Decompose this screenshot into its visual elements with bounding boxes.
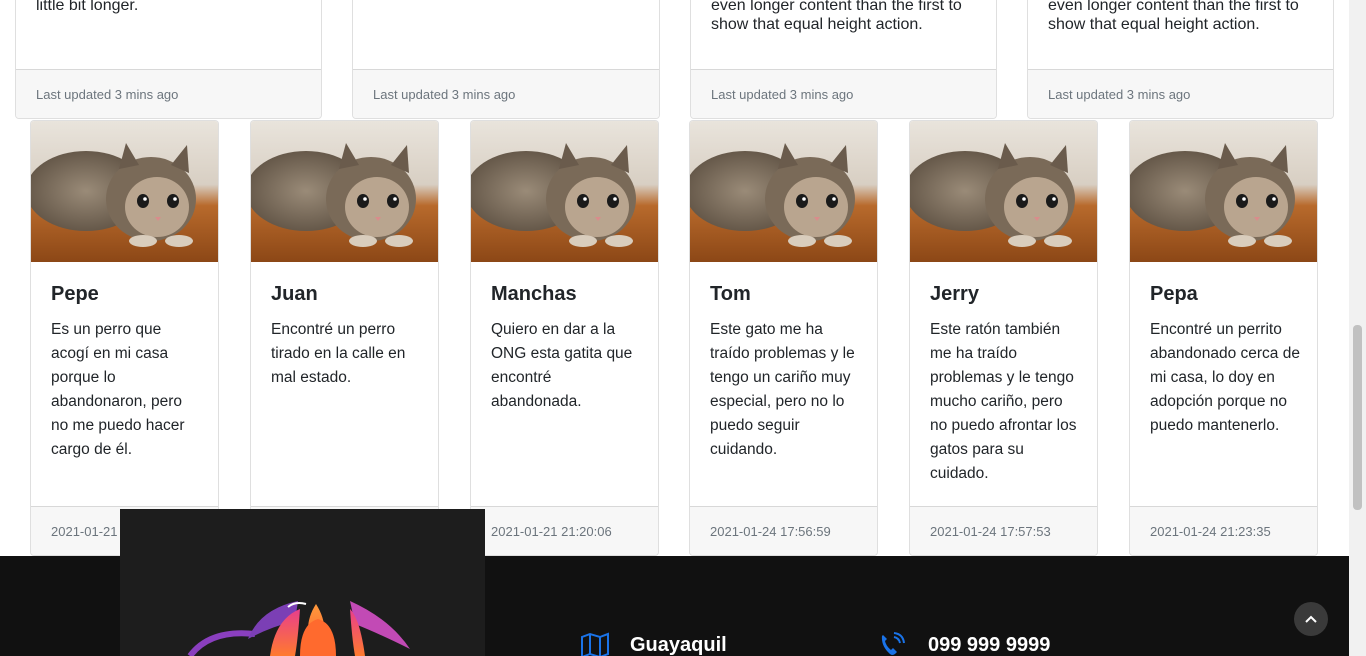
card-footer: Last updated 3 mins ago: [353, 69, 659, 118]
page: little bit longer. Last updated 3 mins a…: [0, 0, 1366, 656]
scroll-top-button[interactable]: [1294, 602, 1328, 636]
pet-name: Tom: [710, 283, 751, 305]
cat-photo: [690, 121, 877, 262]
pet-photo: [690, 121, 877, 262]
cat-photo: [31, 121, 218, 262]
pet-description: Quiero en dar a la ONG esta gatita que e…: [491, 321, 633, 410]
pet-date: 2021-01-24 17:57:53: [910, 506, 1097, 555]
scrollbar[interactable]: [1349, 0, 1366, 656]
phone-label: 099 999 9999: [928, 633, 1051, 656]
phone-icon: [881, 632, 905, 655]
pet-description: Este gato me ha traído problemas y le te…: [710, 321, 855, 458]
chevron-up-icon: [1305, 615, 1317, 623]
pet-card: Manchas Quiero en dar a la ONG esta gati…: [470, 120, 659, 556]
card-text: little bit longer.: [36, 0, 139, 14]
card-text-line: show that equal height action.: [711, 16, 923, 33]
card-footer: Last updated 3 mins ago: [16, 69, 321, 118]
pet-name: Juan: [271, 283, 318, 305]
contact-city: Guayaquil: [580, 632, 727, 656]
pet-name: Jerry: [930, 283, 979, 305]
card-footer: Last updated 3 mins ago: [691, 69, 996, 118]
pet-date: 2021-01-24 21:23:35: [1130, 506, 1317, 555]
card: little bit longer. Last updated 3 mins a…: [15, 0, 322, 119]
pet-name: Pepe: [51, 283, 99, 305]
pet-description: Este ratón también me ha traído problema…: [930, 321, 1077, 482]
pet-card: Jerry Este ratón también me ha traído pr…: [909, 120, 1098, 556]
card-text-line: show that equal height action.: [1048, 16, 1260, 33]
cat-photo: [910, 121, 1097, 262]
pet-card: Tom Este gato me ha traído problemas y l…: [689, 120, 878, 556]
card: even longer content than the first to sh…: [1027, 0, 1334, 119]
card-footer: Last updated 3 mins ago: [1028, 69, 1333, 118]
pet-description: Encontré un perrito abandonado cerca de …: [1150, 321, 1300, 434]
pet-name: Pepa: [1150, 283, 1198, 305]
pet-date: 2021-01-24 17:56:59: [690, 506, 877, 555]
lotus-logo: [187, 601, 410, 656]
pet-card: Pepa Encontré un perrito abandonado cerc…: [1129, 120, 1318, 556]
scrollbar-thumb[interactable]: [1353, 325, 1362, 510]
cat-photo: [1130, 121, 1317, 262]
pet-card: Juan Encontré un perro tirado en la call…: [250, 120, 439, 556]
contact-phone: 099 999 9999: [878, 632, 1050, 656]
pet-photo: [1130, 121, 1317, 262]
pet-photo: [910, 121, 1097, 262]
card: Last updated 3 mins ago: [352, 0, 660, 119]
pet-photo: [31, 121, 218, 262]
card: even longer content than the first to sh…: [690, 0, 997, 119]
pet-date: 2021-01-21 21:20:06: [471, 506, 658, 555]
cat-photo: [471, 121, 658, 262]
pet-name: Manchas: [491, 283, 577, 305]
pet-photo: [471, 121, 658, 262]
pet-description: Es un perro que acogí en mi casa porque …: [51, 321, 185, 458]
map-icon: [581, 632, 609, 656]
city-label: Guayaquil: [630, 633, 727, 656]
logo-box: [120, 509, 485, 656]
pet-photo: [251, 121, 438, 262]
cat-photo: [251, 121, 438, 262]
pet-card: Pepe Es un perro que acogí en mi casa po…: [30, 120, 219, 556]
pet-description: Encontré un perro tirado en la calle en …: [271, 321, 406, 386]
